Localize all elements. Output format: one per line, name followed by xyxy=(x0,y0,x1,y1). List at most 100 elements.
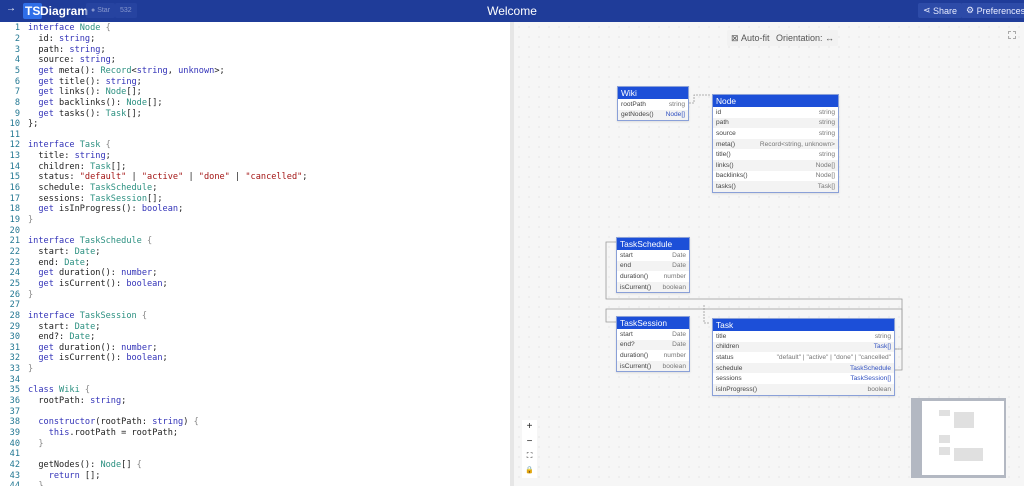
code-line[interactable]: 4 source: string; xyxy=(0,55,510,66)
field-name: isInProgress() xyxy=(716,385,758,393)
line-number: 5 xyxy=(14,65,20,76)
code-line[interactable]: 22 start: Date; xyxy=(0,247,510,258)
code-line[interactable]: 14 children: Task []; xyxy=(0,161,510,172)
code-line[interactable]: 37 xyxy=(0,406,510,417)
code-line[interactable]: 36 rootPath: string; xyxy=(0,396,510,407)
fullscreen-icon[interactable] xyxy=(1008,31,1016,39)
share-button[interactable]: ⋖ Share xyxy=(918,3,963,18)
code-token: string xyxy=(74,151,106,162)
entity-field: backlinks() Node[] xyxy=(713,171,838,182)
code-line[interactable]: 32 get isCurrent(): boolean; xyxy=(0,353,510,364)
entity-node[interactable]: Node id string path string source string meta()… xyxy=(712,94,839,193)
minimap[interactable] xyxy=(911,398,1006,478)
lock-button[interactable]: 🔒 xyxy=(522,464,537,479)
entity-wiki[interactable]: Wiki rootPath string getNodes() Node[] xyxy=(617,86,689,122)
code-token: []; xyxy=(110,161,127,172)
menu-toggle[interactable]: → xyxy=(6,3,16,14)
code-line[interactable]: 3 path: string; xyxy=(0,44,510,55)
autofit-label: Auto-fit xyxy=(741,33,770,43)
code-token: number xyxy=(121,268,153,279)
code-line[interactable]: 33} xyxy=(0,364,510,375)
code-line[interactable]: 42 getNodes(): Node[] { xyxy=(0,460,510,471)
line-number: 33 xyxy=(9,364,20,375)
code-token: >; xyxy=(214,65,225,76)
code-token: ; xyxy=(152,342,158,353)
code-token: Node xyxy=(105,87,127,98)
code-line[interactable]: 28 interface TaskSession { xyxy=(0,311,510,322)
code-line[interactable]: 8 get backlinks(): Node []; xyxy=(0,98,510,109)
code-line[interactable]: 35 class Wiki { xyxy=(0,385,510,396)
entity-field: path string xyxy=(713,117,838,129)
code-line[interactable]: 44 } xyxy=(0,481,510,486)
fit-view-button[interactable]: ⛶ xyxy=(522,449,537,464)
code-line[interactable]: 41 xyxy=(0,449,510,460)
code-line[interactable]: 39 this .rootPath = rootPath; xyxy=(0,428,510,439)
code-line[interactable]: 20 xyxy=(0,225,510,236)
code-token: boolean xyxy=(141,204,179,215)
code-editor[interactable]: 1 interface Node {2 id: string; 3 path: st… xyxy=(0,22,510,486)
line-number: 17 xyxy=(9,193,20,204)
code-line[interactable]: 10}; xyxy=(0,119,510,130)
code-line[interactable]: 1 interface Node { xyxy=(0,23,510,34)
github-star-button[interactable]: ● Star xyxy=(86,3,116,18)
code-token: .rootPath = rootPath; xyxy=(69,428,179,438)
code-line[interactable]: 19} xyxy=(0,215,510,226)
zoom-in-button[interactable]: + xyxy=(522,420,537,435)
entity-field: tasks() Task[] xyxy=(713,181,838,192)
line-number: 35 xyxy=(9,385,20,396)
entity-tasksession[interactable]: TaskSession start Date end? Date duration() nu… xyxy=(616,316,690,373)
code-line[interactable]: 26} xyxy=(0,289,510,300)
code-line[interactable]: 29 start: Date; xyxy=(0,321,510,332)
code-line[interactable]: 30 end?: Date; xyxy=(0,332,510,343)
code-token: } xyxy=(28,364,34,375)
code-line[interactable]: 24 get duration(): number; xyxy=(0,268,510,279)
code-line[interactable]: 27 xyxy=(0,300,510,311)
orientation-button[interactable]: Orientation: ↔ xyxy=(772,30,839,46)
code-line[interactable]: 21 interface TaskSchedule { xyxy=(0,236,510,247)
entity-title: Task xyxy=(713,319,894,331)
field-name: title xyxy=(716,332,727,340)
code-token: ) xyxy=(183,417,194,428)
code-token: | xyxy=(183,172,199,183)
preferences-button[interactable]: ⚙ Preferences xyxy=(961,3,1024,18)
line-number: 21 xyxy=(9,236,20,247)
field-name: start xyxy=(620,330,633,338)
field-type: string xyxy=(818,108,835,116)
code-line[interactable]: 38 constructor (rootPath: string) { xyxy=(0,417,510,428)
code-line[interactable]: 2 id: string; xyxy=(0,34,510,45)
entity-taskschedule[interactable]: TaskSchedule start Date end Date duration() nu… xyxy=(616,237,690,294)
code-token: ; xyxy=(136,76,142,87)
line-number: 26 xyxy=(9,289,20,300)
code-line[interactable]: 34 xyxy=(0,374,510,385)
code-line[interactable]: 9 get tasks(): Task []; xyxy=(0,108,510,119)
code-line[interactable]: 13 title: string; xyxy=(0,151,510,162)
code-line[interactable]: 18 get isInProgress(): boolean; xyxy=(0,204,510,215)
field-name: rootPath xyxy=(621,100,646,108)
code-line[interactable]: 16 schedule: TaskSchedule; xyxy=(0,183,510,194)
line-number: 40 xyxy=(9,438,20,449)
diagram-canvas[interactable]: ⊠ Auto-fit Orientation: ↔ Wiki rootPath st… xyxy=(514,22,1024,486)
code-line[interactable]: 6 get title(): string; xyxy=(0,76,510,87)
entity-field: status "default" | "active" | "done" | "c… xyxy=(713,352,894,363)
code-token: ; xyxy=(95,321,101,332)
code-token: Node xyxy=(100,459,122,470)
code-line[interactable]: 7 get links(): Node []; xyxy=(0,87,510,98)
code-line[interactable]: 5 get meta(): Record < string, unknown >; xyxy=(0,66,510,77)
code-line[interactable]: 23 end: Date; xyxy=(0,257,510,268)
code-line[interactable]: 40 } xyxy=(0,438,510,449)
line-number: 11 xyxy=(9,129,20,140)
code-line[interactable]: 12 interface Task { xyxy=(0,140,510,151)
entity-field: links() Node[] xyxy=(713,159,838,171)
autofit-button[interactable]: ⊠ Auto-fit xyxy=(727,30,774,46)
zoom-out-button[interactable]: − xyxy=(522,435,537,450)
code-line[interactable]: 31 get duration(): number; xyxy=(0,343,510,354)
line-number: 36 xyxy=(9,396,20,407)
code-line[interactable]: 25 get isCurrent(): boolean; xyxy=(0,279,510,290)
code-line[interactable]: 17 sessions: TaskSession []; xyxy=(0,193,510,204)
code-line[interactable]: 15 status: "default" | "active" | "done"… xyxy=(0,172,510,183)
code-line[interactable]: 11 xyxy=(0,130,510,141)
code-line[interactable]: 43 return []; xyxy=(0,470,510,481)
entity-task[interactable]: Task title string children Task[] status "defa… xyxy=(712,318,895,396)
star-count: 532 xyxy=(115,3,137,18)
code-token: ; xyxy=(152,268,158,279)
